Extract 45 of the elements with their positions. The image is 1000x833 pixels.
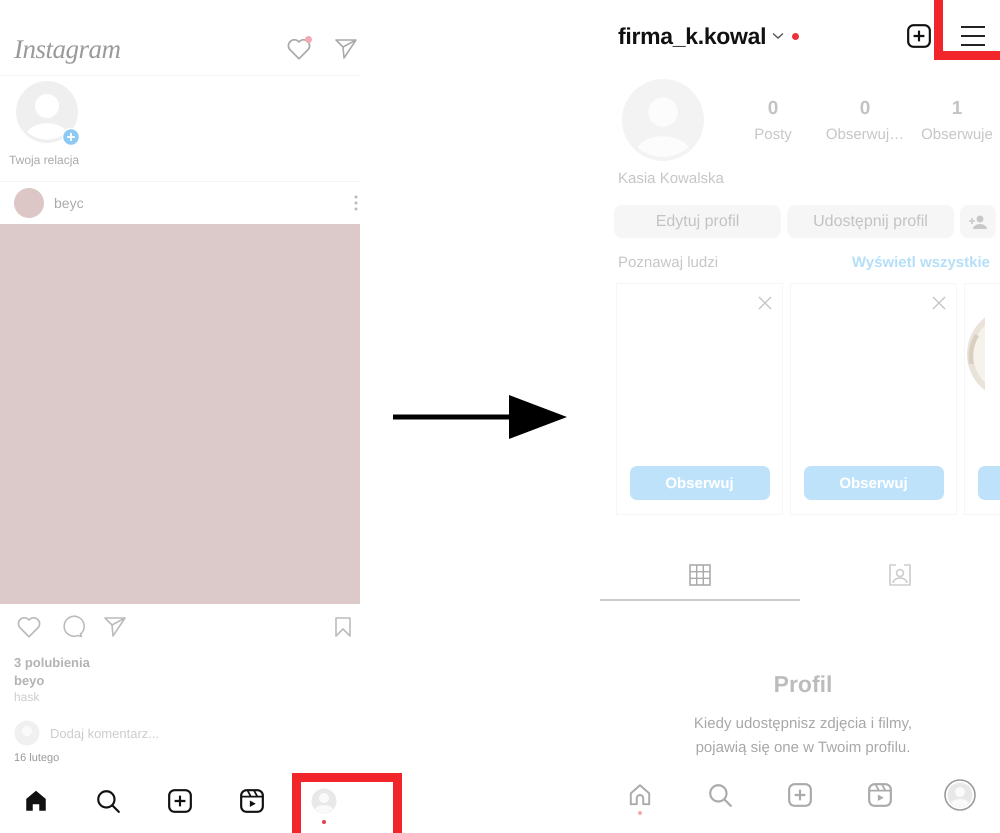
chevron-down-icon[interactable] bbox=[772, 32, 784, 40]
app-logo: Instagram bbox=[14, 34, 121, 65]
add-post-icon[interactable] bbox=[167, 788, 193, 814]
profile-name: Kasia Kowalska bbox=[617, 169, 725, 187]
close-icon[interactable] bbox=[758, 296, 772, 310]
empty-title: Profil bbox=[774, 671, 832, 698]
close-icon[interactable] bbox=[932, 296, 946, 310]
add-person-button[interactable] bbox=[960, 205, 996, 238]
see-all-link[interactable]: Wyświetl wszystkie bbox=[852, 254, 990, 271]
add-post-icon[interactable] bbox=[906, 23, 932, 49]
post-date: 16 lutego bbox=[13, 751, 60, 764]
empty-message: pojawią się one w Twoim profilu. bbox=[696, 738, 910, 758]
stat-label[interactable]: Obserwuj… bbox=[826, 126, 904, 142]
likes-count: 3 polubienia bbox=[13, 654, 91, 672]
send-icon[interactable] bbox=[334, 38, 358, 60]
post-author[interactable]: beyc bbox=[54, 195, 84, 211]
stat-count[interactable]: 1 bbox=[952, 98, 962, 120]
add-person-icon bbox=[969, 214, 987, 228]
avatar-icon[interactable] bbox=[944, 778, 976, 810]
like-icon[interactable] bbox=[16, 615, 42, 639]
stat-count[interactable]: 0 bbox=[768, 98, 778, 120]
follow-button[interactable]: Obserwuj bbox=[630, 466, 770, 500]
menu-icon[interactable] bbox=[960, 25, 986, 47]
caption-author[interactable]: beyo bbox=[0, 672, 44, 690]
stat-label[interactable]: Posty bbox=[754, 126, 792, 142]
bookmark-icon[interactable] bbox=[334, 616, 352, 638]
more-icon[interactable] bbox=[354, 195, 358, 211]
notification-dot bbox=[638, 810, 642, 814]
reels-icon[interactable] bbox=[239, 788, 265, 814]
story-label: Twoja relacja bbox=[9, 153, 80, 167]
grid-icon[interactable] bbox=[689, 564, 711, 586]
follow-button[interactable]: Obserwuj bbox=[804, 466, 944, 500]
account-name[interactable]: firma_k.kowal bbox=[618, 22, 766, 50]
story-avatar[interactable] bbox=[15, 80, 79, 144]
empty-message: Kiedy udostępnisz zdjęcia i filmy, bbox=[694, 714, 912, 734]
notification-dot bbox=[322, 820, 326, 824]
section-title: Poznawaj ludzi bbox=[618, 254, 718, 271]
author-avatar[interactable] bbox=[14, 188, 44, 218]
stat-count[interactable]: 0 bbox=[860, 98, 870, 120]
add-story-icon[interactable] bbox=[62, 128, 80, 146]
tagged-person-icon[interactable] bbox=[888, 563, 912, 587]
search-icon[interactable] bbox=[95, 788, 121, 814]
stat-label[interactable]: Obserwuje bbox=[921, 126, 993, 142]
send-icon[interactable] bbox=[103, 616, 127, 638]
heart-icon[interactable] bbox=[286, 37, 312, 61]
